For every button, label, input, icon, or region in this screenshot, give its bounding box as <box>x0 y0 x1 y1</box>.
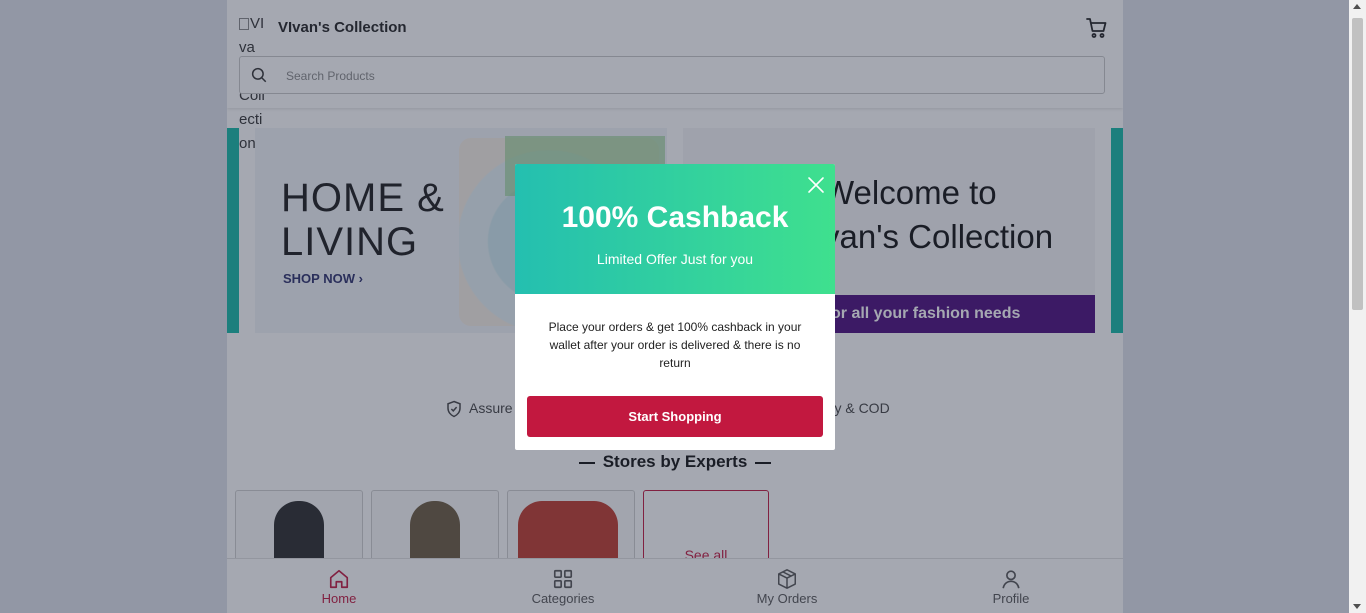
modal-subtitle: Limited Offer Just for you <box>596 251 754 267</box>
scrollbar-thumb[interactable] <box>1352 18 1363 310</box>
start-shopping-button[interactable]: Start Shopping <box>527 396 823 437</box>
scroll-up-arrow[interactable] <box>1353 4 1361 9</box>
cashback-modal: 100% Cashback Limited Offer Just for you… <box>515 164 835 450</box>
modal-body-text: Place your orders & get 100% cashback in… <box>548 320 802 370</box>
modal-title: 100% Cashback <box>561 201 789 234</box>
page-scrollbar[interactable] <box>1349 0 1366 613</box>
modal-header: 100% Cashback Limited Offer Just for you <box>515 164 835 294</box>
scroll-down-arrow[interactable] <box>1353 604 1361 609</box>
close-icon[interactable] <box>807 176 825 194</box>
